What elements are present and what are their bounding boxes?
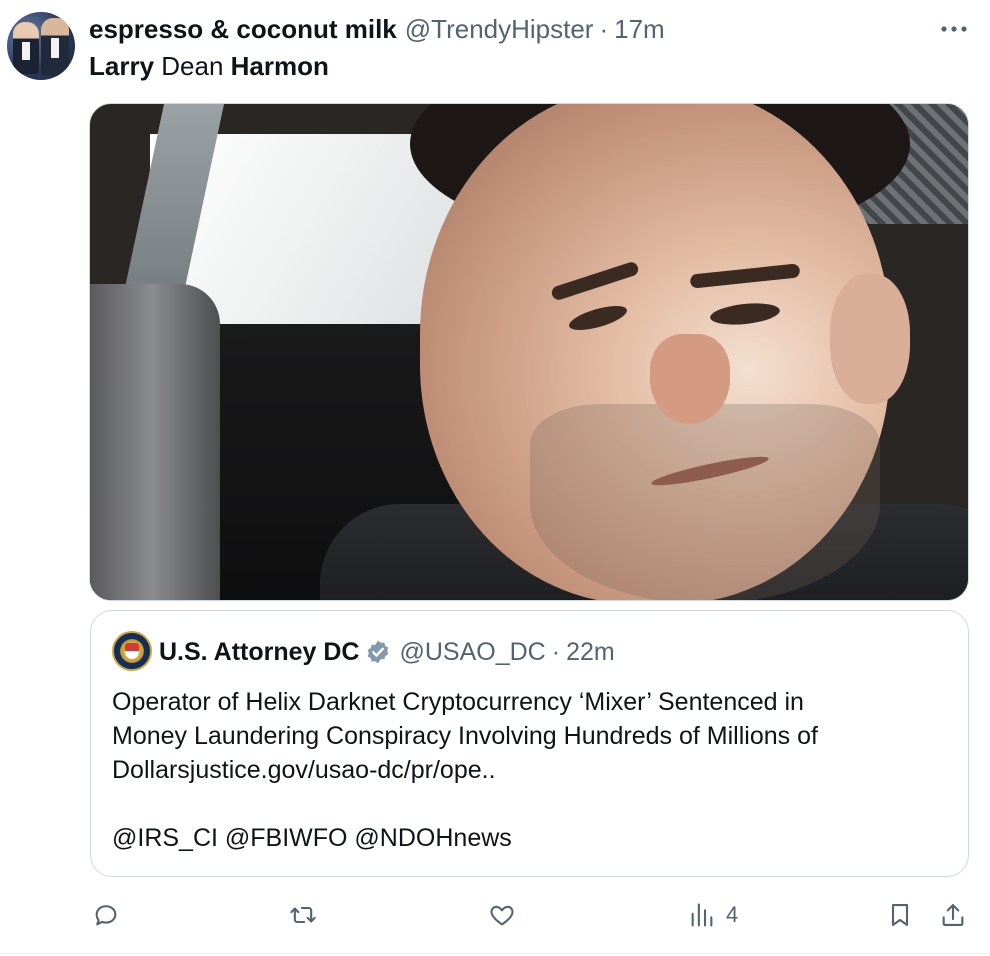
tweet-header: espresso & coconut milk @TrendyHipster ·… [89, 13, 665, 45]
avatar-shirt-left [22, 42, 30, 60]
bookmark-button[interactable] [886, 901, 914, 929]
share-icon [942, 904, 964, 926]
tweet-timestamp[interactable]: 17m [614, 14, 665, 45]
quoted-header-separator: · [551, 637, 561, 666]
retweet-icon [290, 906, 316, 924]
views-button[interactable]: 4 [688, 901, 738, 929]
photo-beard [530, 404, 880, 600]
like-button[interactable] [488, 901, 516, 929]
quoted-text-line: Dollarsjustice.gov/usao-dc/pr/ope.. [112, 756, 496, 784]
quoted-author-avatar[interactable] [112, 631, 152, 671]
quoted-tweet-timestamp[interactable]: 22m [566, 638, 615, 667]
tweet-divider [0, 953, 990, 954]
quoted-text-line: Money Laundering Conspiracy Involving Hu… [112, 722, 818, 750]
author-name[interactable]: espresso & coconut milk [89, 14, 397, 45]
tweet-text: Larry Dean Harmon [89, 50, 329, 82]
quoted-tweet-card[interactable]: U.S. Attorney DC @USAO_DC · 22m Operator… [90, 610, 969, 877]
heart-icon [490, 905, 514, 926]
quoted-tweet-header: U.S. Attorney DC @USAO_DC · 22m [159, 635, 615, 669]
share-button[interactable] [939, 901, 967, 929]
quoted-tweet-text: Operator of Helix Darknet Cryptocurrency… [112, 685, 818, 855]
author-avatar[interactable] [7, 12, 75, 80]
reply-button[interactable] [92, 901, 120, 929]
views-count: 4 [726, 902, 739, 927]
quoted-author-name[interactable]: U.S. Attorney DC [159, 638, 359, 667]
tweet[interactable]: espresso & coconut milk @TrendyHipster ·… [0, 0, 990, 956]
more-horizontal-icon[interactable] [938, 17, 970, 41]
seal-shield-icon [125, 643, 139, 659]
quoted-text-line [112, 787, 818, 821]
quoted-author-handle[interactable]: @USAO_DC [399, 638, 545, 667]
tweet-action-bar: 4 [0, 893, 990, 937]
reply-icon [95, 905, 117, 926]
photo-nose [650, 334, 730, 424]
author-handle[interactable]: @TrendyHipster [405, 14, 594, 45]
tweet-photo[interactable] [89, 103, 969, 601]
photo-ear [830, 274, 910, 404]
header-separator: · [599, 13, 609, 44]
views-bar-chart-icon [691, 903, 713, 927]
retweet-button[interactable] [289, 901, 317, 929]
bookmark-icon [891, 904, 909, 926]
quoted-text-mentions[interactable]: @IRS_CI @FBIWFO @NDOHnews [112, 821, 818, 855]
gray-verified-badge-icon [365, 639, 391, 665]
photo-car-seat [90, 284, 220, 600]
tweet-text-part-3: Harmon [230, 51, 329, 81]
quoted-text-line: Operator of Helix Darknet Cryptocurrency… [112, 688, 804, 716]
tweet-text-part-2: Dean [154, 51, 231, 81]
avatar-shirt-right [51, 38, 59, 58]
tweet-text-part-1: Larry [89, 51, 155, 81]
